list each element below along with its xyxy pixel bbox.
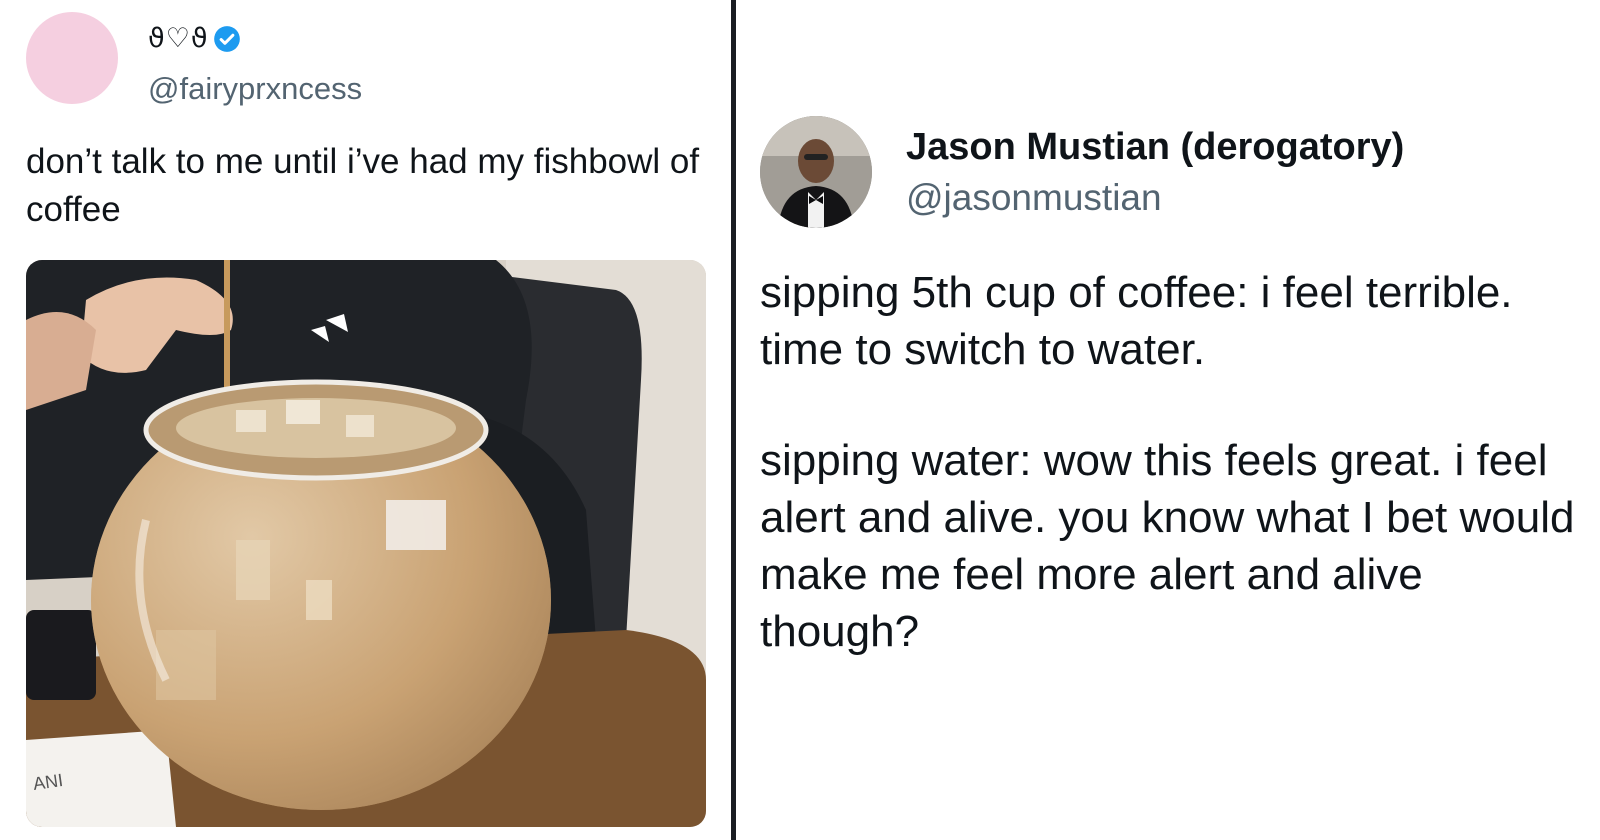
handle[interactable]: @jasonmustian [906,176,1162,220]
avatar[interactable] [760,116,872,228]
display-name[interactable]: ϑ♡ϑ [148,22,209,56]
caption-fragment: ANI [32,770,65,794]
display-name-row: ϑ♡ϑ [148,22,241,56]
tweet-text-paragraph-2: sipping water: wow this feels great. i f… [760,436,1575,656]
handle[interactable]: @fairyprxncess [148,70,362,108]
display-name[interactable]: Jason Mustian (derogatory) [906,124,1404,170]
tweet-photo[interactable]: ANI [26,260,706,827]
avatar[interactable] [26,12,118,104]
divider [731,0,736,840]
tweet-text-paragraph-1: sipping 5th cup of coffee: i feel terrib… [760,268,1513,374]
verified-badge-icon [213,26,240,52]
fishbowl-coffee-photo: ANI [26,260,706,827]
tweet-text: don’t talk to me until i’ve had my fishb… [26,142,700,229]
profile-photo [760,116,872,228]
